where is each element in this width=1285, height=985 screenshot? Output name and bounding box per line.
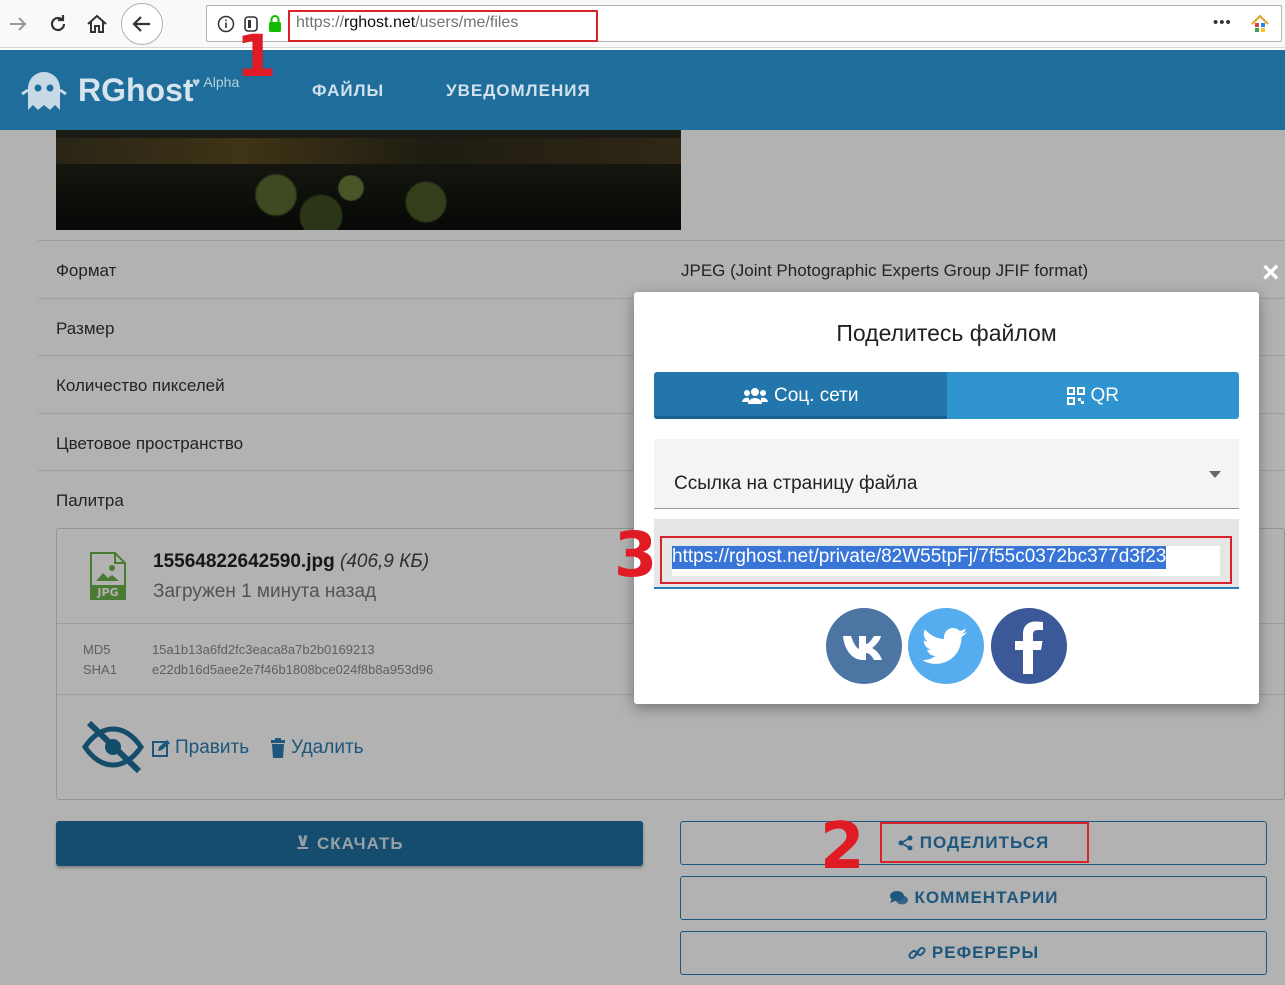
ghost-logo-icon[interactable] bbox=[20, 68, 68, 112]
link-type-select[interactable]: Ссылка на страницу файла bbox=[654, 439, 1239, 509]
site-header: RGhost ♥ Alpha ФАЙЛЫ УВЕДОМЛЕНИЯ bbox=[0, 50, 1285, 130]
page-actions-icon[interactable]: ••• bbox=[1213, 14, 1232, 31]
facebook-icon bbox=[1015, 621, 1043, 674]
nav-notifications[interactable]: УВЕДОМЛЕНИЯ bbox=[446, 81, 591, 101]
modal-title: Поделитесь файлом bbox=[836, 320, 1057, 346]
logo-text[interactable]: RGhost bbox=[78, 72, 194, 109]
forward-icon[interactable] bbox=[2, 8, 34, 40]
vk-icon bbox=[843, 636, 882, 660]
tab-social[interactable]: Соц. сети bbox=[654, 372, 947, 419]
url-highlight-box bbox=[288, 10, 598, 42]
annotation-number-1: 1 bbox=[236, 22, 277, 90]
home-extension-icon[interactable] bbox=[1249, 13, 1271, 35]
close-icon[interactable]: × bbox=[1262, 256, 1280, 290]
tab-social-label: Соц. сети bbox=[774, 384, 859, 406]
twitter-share-button[interactable] bbox=[908, 608, 984, 684]
share-modal: Поделитесь файлом Соц. сети QR Ссылка на… bbox=[634, 292, 1259, 704]
annotation-number-2: 2 bbox=[820, 810, 865, 884]
link-type-value: Ссылка на страницу файла bbox=[674, 473, 918, 494]
dropdown-arrow-icon bbox=[1209, 471, 1221, 478]
share-highlight-box bbox=[880, 822, 1089, 863]
nav-files[interactable]: ФАЙЛЫ bbox=[312, 81, 384, 101]
logo-badge: ♥ Alpha bbox=[192, 74, 240, 90]
home-icon[interactable] bbox=[81, 8, 113, 40]
reload-icon[interactable] bbox=[42, 8, 74, 40]
users-icon bbox=[742, 387, 768, 404]
twitter-icon bbox=[923, 628, 967, 664]
annotation-number-3: 3 bbox=[614, 518, 658, 591]
back-icon[interactable] bbox=[121, 3, 163, 45]
info-icon[interactable] bbox=[217, 15, 235, 33]
link-highlight-box bbox=[660, 536, 1232, 584]
browser-toolbar: ••• https://rghost.net/users/me/files bbox=[0, 0, 1285, 48]
share-tabs: Соц. сети QR bbox=[654, 372, 1239, 419]
qr-icon bbox=[1066, 386, 1085, 405]
vk-share-button[interactable] bbox=[826, 608, 902, 684]
tab-qr-label: QR bbox=[1090, 384, 1120, 406]
tab-qr[interactable]: QR bbox=[946, 372, 1239, 419]
facebook-share-button[interactable] bbox=[991, 608, 1067, 684]
